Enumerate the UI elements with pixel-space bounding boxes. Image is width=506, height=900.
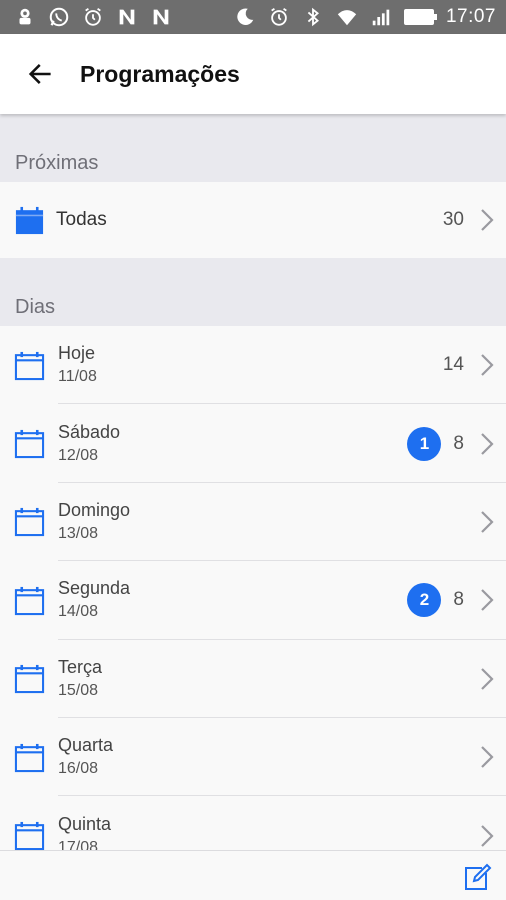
day-row[interactable]: Hoje 11/08 14 [0, 326, 506, 405]
whatsapp-icon [48, 6, 70, 28]
back-button[interactable] [10, 44, 70, 104]
day-row[interactable]: Quarta 16/08 [0, 717, 506, 797]
calendar-icon [14, 586, 45, 615]
day-row-meta [480, 718, 494, 796]
day-date: 12/08 [58, 446, 99, 464]
day-text: Domingo 13/08 [58, 499, 130, 545]
calendar-filled-icon [15, 206, 44, 234]
day-row-meta [480, 483, 494, 561]
battery-icon [403, 9, 437, 25]
section-header-upcoming: Próximas [15, 152, 99, 174]
all-count: 30 [442, 209, 464, 230]
day-date: 16/08 [58, 760, 99, 778]
calendar-icon [14, 508, 45, 537]
arrow-left-icon [28, 64, 51, 84]
day-row[interactable]: Sábado 12/08 1 8 [0, 404, 506, 483]
schedule-list[interactable]: Próximas Todas 30 Dias Hoje 11/08 14 Sábado… [0, 114, 506, 850]
chevron-right-icon [480, 667, 494, 691]
day-row-meta: 28 [407, 561, 494, 639]
day-row[interactable]: Domingo 13/08 [0, 482, 506, 562]
day-date: 15/08 [58, 681, 99, 699]
chevron-right-icon [480, 510, 494, 534]
notification-badge: 2 [407, 583, 442, 618]
day-row[interactable]: Terça 15/08 [0, 639, 506, 718]
list-item-all[interactable]: Todas 30 [0, 182, 506, 258]
day-count: 8 [453, 432, 464, 454]
day-row-meta: 18 [407, 404, 494, 482]
chevron-right-icon [480, 353, 494, 377]
day-name: Sábado [58, 421, 121, 442]
day-row-meta [480, 640, 494, 718]
n-notification-icon [150, 6, 172, 28]
moon-icon [234, 6, 256, 28]
day-name: Quinta [58, 813, 112, 834]
day-date: 17/08 [58, 838, 99, 850]
clock-time: 17:07 [445, 6, 496, 27]
page-title: Programações [80, 60, 240, 87]
calendar-icon [14, 665, 45, 694]
chevron-right-icon [480, 588, 494, 612]
bottom-bar [0, 850, 506, 900]
day-row-meta: 14 [443, 326, 494, 404]
calendar-icon [14, 430, 45, 459]
day-date: 13/08 [58, 524, 99, 542]
chevron-right-icon [480, 208, 494, 232]
alarm-icon [82, 6, 104, 28]
day-text: Terça 15/08 [58, 656, 102, 702]
calendar-icon [14, 351, 45, 380]
day-name: Quarta [58, 735, 114, 756]
n-notification-icon [116, 6, 138, 28]
chevron-right-icon [480, 432, 494, 456]
all-label: Todas [56, 209, 107, 230]
day-date: 14/08 [58, 603, 99, 621]
day-text: Segunda 14/08 [58, 577, 130, 623]
signal-icon [370, 6, 392, 28]
notification-badge: 1 [407, 426, 442, 461]
day-count: 8 [453, 589, 464, 611]
section-header-days: Dias [15, 296, 56, 318]
calendar-icon [14, 743, 45, 772]
chevron-right-icon [480, 824, 494, 848]
bluetooth-icon [302, 6, 324, 28]
day-text: Quarta 16/08 [58, 734, 113, 780]
day-row-meta [480, 796, 494, 850]
app-notification-icon [14, 6, 36, 28]
day-name: Domingo [58, 499, 131, 520]
alarm-clock-icon [268, 6, 290, 28]
day-date: 11/08 [58, 368, 97, 386]
day-count: 14 [442, 354, 464, 376]
wifi-icon [336, 6, 358, 28]
app-bar: Programações [0, 34, 506, 114]
day-row[interactable]: Segunda 14/08 2 8 [0, 561, 506, 640]
calendar-icon [14, 821, 45, 850]
status-bar: 17:07 [0, 0, 506, 34]
day-text: Hoje 11/08 [58, 342, 97, 388]
day-name: Segunda [58, 578, 131, 599]
day-name: Terça [58, 656, 103, 677]
compose-button[interactable] [462, 862, 492, 892]
day-list: Hoje 11/08 14 Sábado 12/08 1 8 Domingo 13/08 Segu… [0, 326, 506, 850]
chevron-right-icon [480, 745, 494, 769]
day-text: Quinta 17/08 [58, 813, 111, 850]
day-name: Hoje [58, 343, 96, 364]
day-row[interactable]: Quinta 17/08 [0, 796, 506, 850]
compose-icon [465, 863, 492, 890]
day-text: Sábado 12/08 [58, 421, 120, 467]
